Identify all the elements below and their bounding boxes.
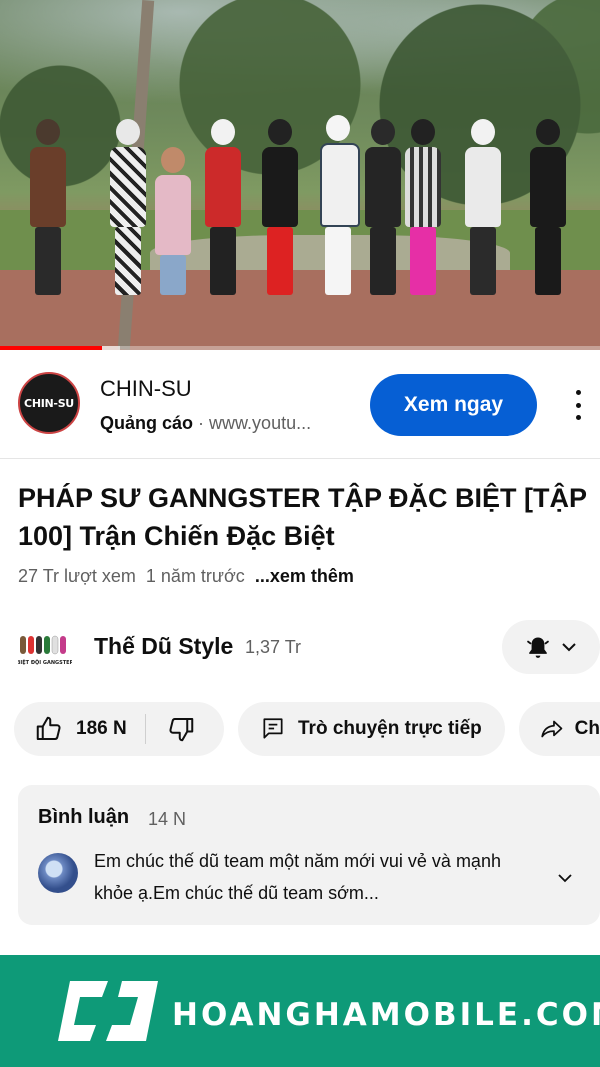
ad-logo-text: CHIN-SU	[24, 396, 74, 410]
show-more-link[interactable]: ...xem thêm	[255, 566, 354, 586]
video-path	[0, 270, 600, 350]
hoangha-logo-icon	[58, 981, 158, 1041]
video-figure	[205, 119, 241, 295]
share-label: Ch	[574, 718, 600, 739]
video-player[interactable]	[0, 0, 600, 350]
top-comment-text: Em chúc thế dũ team một năm mới vui vẻ v…	[94, 851, 501, 903]
video-figure	[320, 115, 360, 295]
thumbs-up-icon	[36, 716, 61, 740]
channel-avatar-art: BIỆT ĐỘI GANGSTER	[17, 635, 74, 666]
video-figure	[110, 119, 146, 295]
channel-avatar-caption: BIỆT ĐỘI GANGSTER	[18, 658, 72, 666]
comments-count: 14 N	[148, 809, 187, 829]
chevron-down-icon	[562, 643, 576, 652]
channel-avatar[interactable]: BIỆT ĐỘI GANGSTER	[17, 628, 74, 668]
share-icon	[541, 720, 563, 738]
video-figure	[365, 119, 401, 295]
video-trees	[0, 0, 600, 210]
ad-logo[interactable]: CHIN-SU	[18, 372, 80, 434]
chip-divider	[144, 714, 146, 744]
notification-bell-button[interactable]	[502, 620, 600, 674]
thumbs-down-icon	[169, 718, 193, 742]
more-options-icon[interactable]	[568, 390, 588, 420]
share-button[interactable]: Ch	[519, 702, 600, 756]
ad-name[interactable]: CHIN-SU	[100, 376, 192, 402]
video-figure	[155, 147, 191, 295]
video-figure	[30, 119, 66, 295]
ad-url[interactable]: www.youtu...	[209, 413, 311, 433]
upload-age: 1 năm trước	[145, 566, 245, 586]
bell-icon	[527, 637, 549, 658]
commenter-avatar	[38, 853, 78, 893]
subscriber-count: 1,37 Tr	[245, 637, 302, 657]
ad-meta: Quảng cáo · www.youtu...	[100, 413, 311, 434]
ad-separator: ·	[198, 413, 205, 433]
expand-comments-chevron-icon[interactable]	[556, 871, 574, 885]
video-figure	[262, 119, 298, 295]
video-figure	[465, 119, 501, 295]
chat-icon	[263, 718, 283, 739]
watermark-brand: HOANGHAMOBILE.COM	[172, 997, 600, 1033]
video-figure	[530, 119, 566, 295]
video-title[interactable]: PHÁP SƯ GANNGSTER TẬP ĐẶC BIỆT [TẬP 100]…	[18, 479, 588, 555]
like-dislike-chip: 186 N	[14, 702, 224, 756]
video-figure	[405, 119, 441, 295]
live-chat-label: Trò chuyện trực tiếp	[298, 718, 482, 739]
comments-header: Bình luận	[38, 806, 130, 828]
watermark-banner: HOANGHAMOBILE.COM	[0, 955, 600, 1067]
dislike-button[interactable]	[166, 714, 196, 744]
ad-label: Quảng cáo	[100, 413, 194, 433]
like-count: 186 N	[76, 718, 127, 739]
channel-name[interactable]: Thế Dũ Style	[94, 633, 233, 660]
video-meta[interactable]: 27 Tr lượt xem 1 năm trước ...xem thêm	[18, 566, 354, 587]
ad-cta-button[interactable]: Xem ngay	[370, 374, 537, 436]
live-chat-button[interactable]: Trò chuyện trực tiếp	[238, 702, 505, 756]
like-button[interactable]: 186 N	[34, 714, 127, 744]
view-count: 27 Tr lượt xem	[18, 566, 136, 586]
